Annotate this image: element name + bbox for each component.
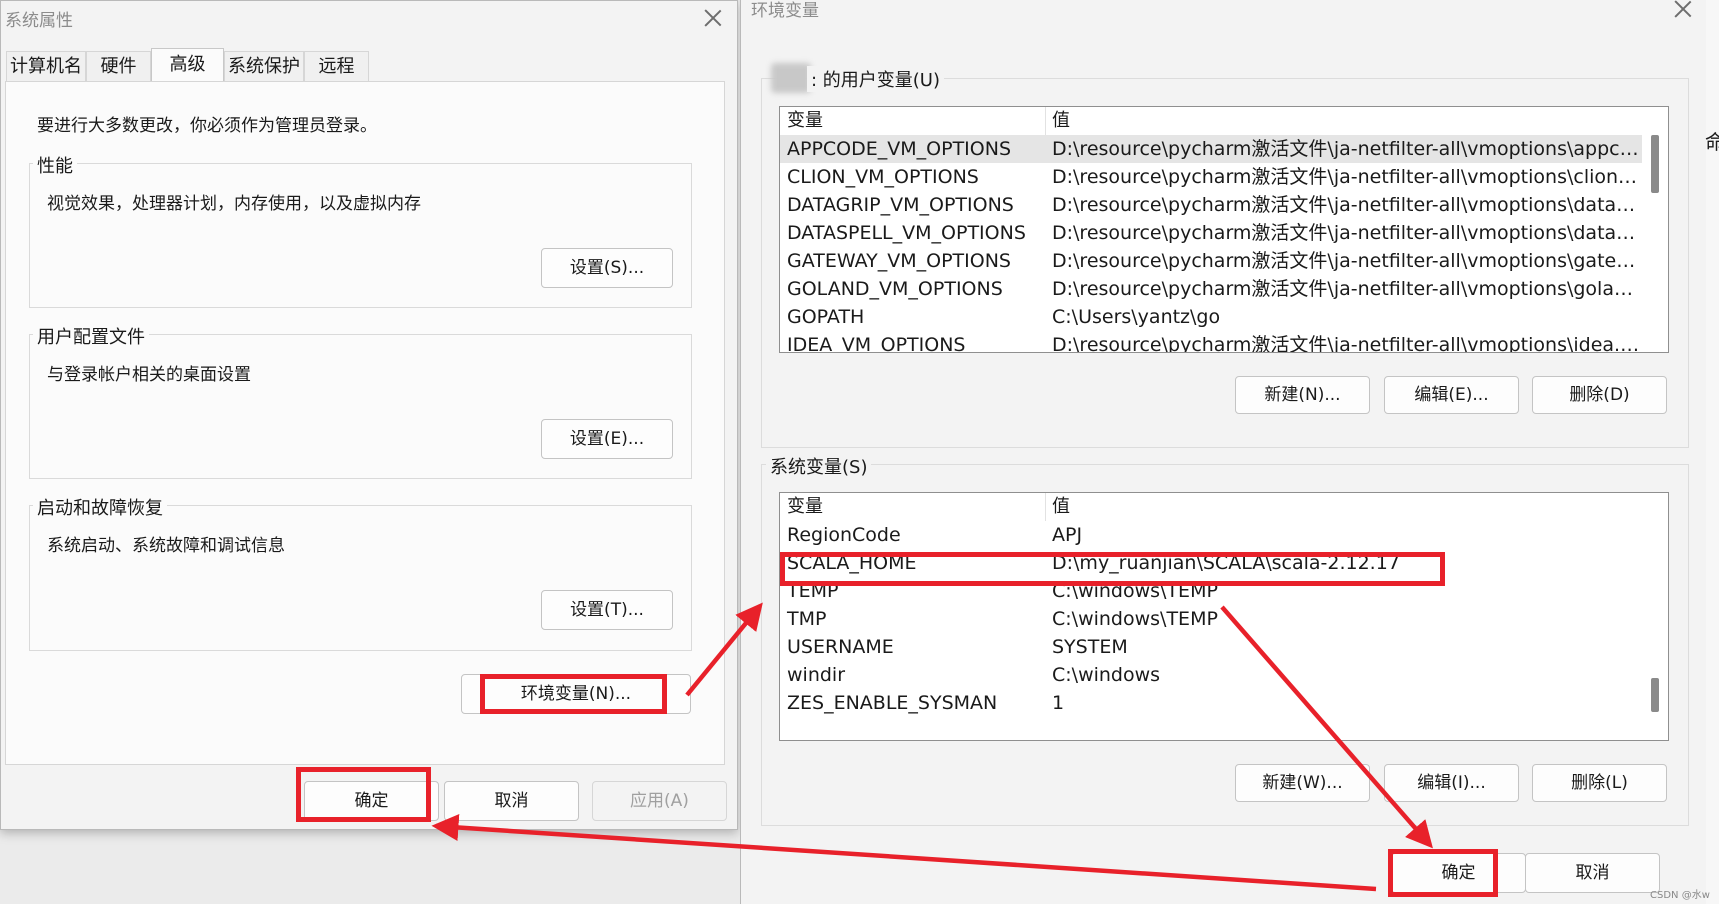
list-item[interactable]: CLION_VM_OPTIONS D:\resource\pycharm激活文件\… [780,163,1668,191]
system-new-button[interactable]: 新建(W)... [1235,764,1370,802]
column-header-value[interactable]: 值 [1052,107,1642,135]
vertical-scrollbar[interactable] [1642,107,1668,352]
list-item[interactable]: ZES_ENABLE_SYSMAN 1 [780,689,1668,717]
variable-value: C:\windows\TEMP [1052,608,1218,630]
list-item[interactable]: IDEA_VM_OPTIONS D:\resource\pycharm激活文件\j… [780,331,1668,353]
system-properties-dialog: 系统属性 计算机名 硬件 高级 系统保护 远程 要进行大多数更改，你必须作为管理… [0,0,738,830]
column-header-variable[interactable]: 变量 [787,107,823,135]
variable-value: D:\resource\pycharm激活文件\ja-netfilter-all… [1052,166,1642,188]
environment-variables-button[interactable]: 环境变量(N)... [461,674,691,714]
admin-note: 要进行大多数更改，你必须作为管理员登录。 [37,116,377,136]
variable-name: SCALA_HOME [787,552,917,574]
tab-hardware[interactable]: 硬件 [86,51,151,81]
variable-value: D:\resource\pycharm激活文件\ja-netfilter-all… [1052,278,1642,300]
column-header-value[interactable]: 值 [1052,493,1642,521]
variable-name: TMP [787,608,827,630]
list-item[interactable]: RegionCode APJ [780,521,1668,549]
env-ok-button[interactable]: 确定 [1391,853,1526,893]
system-edit-button[interactable]: 编辑(I)... [1384,764,1519,802]
variable-value: C:\windows [1052,664,1161,686]
list-header: 变量 值 [780,107,1668,135]
variable-value: D:\my_ruanjian\SCALA\scala-2.12.17 [1052,552,1400,574]
background-window-glyph: 命 [1705,130,1719,154]
apply-button[interactable]: 应用(A) [592,781,727,821]
user-delete-button[interactable]: 删除(D) [1532,376,1667,414]
list-item[interactable]: TEMP C:\windows\TEMP [780,577,1668,605]
tab-system-protection[interactable]: 系统保护 [224,51,304,81]
username-redacted [771,63,811,93]
list-item[interactable]: DATASPELL_VM_OPTIONS D:\resource\pycharm激… [780,219,1668,247]
list-item[interactable]: windir C:\windows [780,661,1668,689]
user-edit-button[interactable]: 编辑(E)... [1384,376,1519,414]
variable-name: IDEA_VM_OPTIONS [787,334,966,353]
environment-variables-dialog: 环境变量 : 的用户变量(U) 变量 值 APPCODE_VM_OPTIONS D… [740,0,1710,904]
performance-description: 视觉效果，处理器计划，内存使用，以及虚拟内存 [47,194,421,214]
variable-name: APPCODE_VM_OPTIONS [787,138,1012,160]
user-variables-label: : 的用户变量(U) [807,66,945,92]
variable-value: SYSTEM [1052,636,1128,658]
list-header: 变量 值 [780,493,1668,521]
list-item[interactable]: APPCODE_VM_OPTIONS D:\resource\pycharm激活文… [780,135,1668,163]
variable-name: USERNAME [787,636,894,658]
scrollbar-thumb[interactable] [1651,678,1659,712]
close-icon[interactable] [1672,0,1694,20]
list-item[interactable]: TMP C:\windows\TEMP [780,605,1668,633]
variable-name: CLION_VM_OPTIONS [787,166,979,188]
user-profiles-settings-button[interactable]: 设置(E)... [541,419,673,459]
list-item[interactable]: GATEWAY_VM_OPTIONS D:\resource\pycharm激活文… [780,247,1668,275]
user-variables-list[interactable]: 变量 值 APPCODE_VM_OPTIONS D:\resource\pycha… [779,106,1669,353]
variable-value: D:\resource\pycharm激活文件\ja-netfilter-all… [1052,138,1642,160]
system-delete-button[interactable]: 删除(L) [1532,764,1667,802]
list-item[interactable]: GOPATH C:\Users\yantz\go [780,303,1668,331]
ok-button[interactable]: 确定 [304,781,439,821]
startup-recovery-description: 系统启动、系统故障和调试信息 [47,536,285,556]
variable-name: DATAGRIP_VM_OPTIONS [787,194,1014,216]
variable-name: DATASPELL_VM_OPTIONS [787,222,1026,244]
cancel-button[interactable]: 取消 [444,781,579,821]
tab-computer-name[interactable]: 计算机名 [6,51,86,81]
performance-settings-button[interactable]: 设置(S)... [541,248,673,288]
watermark: CSDN @水w [1650,890,1710,901]
startup-recovery-legend: 启动和故障恢复 [33,494,167,520]
list-item[interactable]: DATAGRIP_VM_OPTIONS D:\resource\pycharm激活… [780,191,1668,219]
variable-name: RegionCode [787,524,901,546]
tab-remote[interactable]: 远程 [304,51,369,81]
list-item[interactable]: USERNAME SYSTEM [780,633,1668,661]
variable-name: ZES_ENABLE_SYSMAN [787,692,998,714]
variable-value: D:\resource\pycharm激活文件\ja-netfilter-all… [1052,222,1642,244]
variable-name: GOPATH [787,306,865,328]
variable-value: D:\resource\pycharm激活文件\ja-netfilter-all… [1052,250,1642,272]
close-icon[interactable] [702,7,724,29]
user-profiles-legend: 用户配置文件 [33,323,149,349]
variable-value: APJ [1052,524,1083,546]
dialog-title: 系统属性 [5,11,73,31]
variable-value: C:\windows\TEMP [1052,580,1218,602]
column-header-variable[interactable]: 变量 [787,493,823,521]
list-item[interactable]: SCALA_HOME D:\my_ruanjian\SCALA\scala-2.1… [780,549,1668,577]
system-variables-label: 系统变量(S) [766,453,872,479]
tab-advanced[interactable]: 高级 [151,48,224,82]
variable-value: D:\resource\pycharm激活文件\ja-netfilter-all… [1052,194,1642,216]
user-profiles-description: 与登录帐户相关的桌面设置 [47,365,251,385]
user-new-button[interactable]: 新建(N)... [1235,376,1370,414]
vertical-scrollbar[interactable] [1642,493,1668,740]
system-variables-list[interactable]: 变量 值 RegionCode APJ SCALA_HOME D:\my_ruanj… [779,492,1669,741]
variable-name: windir [787,664,846,686]
startup-recovery-settings-button[interactable]: 设置(T)... [541,590,673,630]
variable-value: 1 [1052,692,1065,714]
variable-value: C:\Users\yantz\go [1052,306,1221,328]
dialog-title: 环境变量 [751,1,819,21]
env-cancel-button[interactable]: 取消 [1525,853,1660,893]
variable-name: GOLAND_VM_OPTIONS [787,278,1003,300]
list-item[interactable]: GOLAND_VM_OPTIONS D:\resource\pycharm激活文件… [780,275,1668,303]
variable-name: GATEWAY_VM_OPTIONS [787,250,1011,272]
variable-value: D:\resource\pycharm激活文件\ja-netfilter-all… [1052,334,1642,353]
performance-legend: 性能 [33,152,77,178]
scrollbar-thumb[interactable] [1651,135,1659,193]
variable-name: TEMP [787,580,839,602]
